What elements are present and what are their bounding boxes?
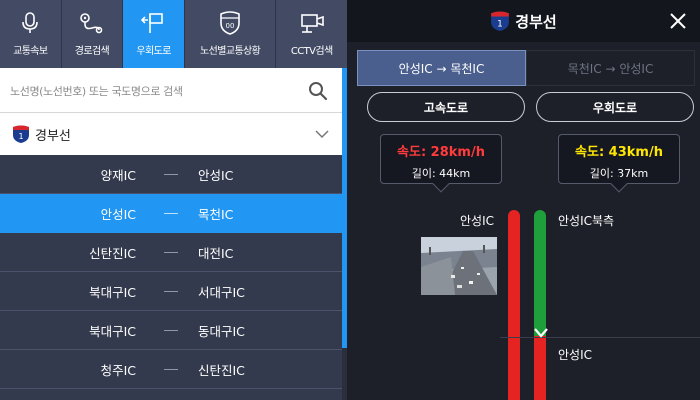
section-from: 청주IC: [100, 362, 136, 378]
svg-text:1: 1: [497, 20, 503, 30]
panel-title: 경부선: [515, 12, 557, 31]
highway-node-label: 안성IC: [460, 214, 494, 228]
tab-cctv-search[interactable]: CCTV검색: [276, 0, 347, 68]
section-to: 서대구IC: [198, 284, 245, 300]
highway-shield-icon: 00: [219, 11, 241, 35]
section-from: 북대구IC: [89, 323, 136, 339]
search-icon[interactable]: [305, 78, 331, 104]
direction-tab-reverse[interactable]: 목천IC → 안성IC: [526, 50, 695, 86]
road-type-toggle: 고속도로 우회도로: [367, 92, 694, 122]
tab-traffic-news[interactable]: 교통속보: [0, 0, 62, 68]
direction-toggle: 안성IC → 목천IC 목천IC → 안성IC: [357, 50, 695, 86]
section-row-selected[interactable]: 안성IC 목천IC: [0, 194, 342, 233]
search-bar: [0, 68, 342, 113]
section-to: 안성IC: [198, 167, 234, 183]
detour-node-label: 안성IC: [558, 348, 592, 362]
highway-shield-icon: 1: [491, 11, 510, 31]
section-dash: [164, 369, 178, 370]
highway-shield-icon: 1: [13, 125, 29, 143]
tab-detour-road[interactable]: 우회도로: [123, 0, 185, 68]
section-dash: [164, 252, 178, 253]
direction-tab-forward[interactable]: 안성IC → 목천IC: [357, 50, 526, 86]
detour-road-button[interactable]: 우회도로: [536, 92, 694, 122]
detour-info-tooltip: 속도: 43km/h 길이: 37km: [558, 134, 680, 193]
section-from: 안성IC: [100, 206, 136, 222]
detour-sign-icon: [140, 11, 167, 35]
highway-traffic-bar: [508, 210, 520, 400]
detail-panel: 1 경부선 안성IC → 목천IC 목천IC → 안성IC 고속도로 우회도로 …: [347, 0, 700, 400]
tab-route-traffic-status[interactable]: 00 노선별교통상황: [185, 0, 277, 68]
detour-node-label: 안성IC북측: [558, 214, 615, 228]
section-dash: [164, 291, 178, 292]
detour-traffic-bar-congested: [534, 336, 546, 400]
tab-route-search[interactable]: 경로검색: [62, 0, 124, 68]
route-icon: [79, 11, 105, 35]
section-row[interactable]: 북대구IC 동대구IC: [0, 311, 342, 350]
tab-label: 경로검색: [74, 46, 110, 57]
section-to: 동대구IC: [198, 323, 245, 339]
close-icon[interactable]: [668, 11, 688, 31]
route-dropdown[interactable]: 1 경부선: [0, 113, 342, 155]
detour-speed: 속도: 43km/h: [575, 145, 663, 160]
highway-speed: 속도: 28km/h: [397, 145, 485, 160]
section-from: 북대구IC: [89, 284, 136, 300]
section-to: 신탄진IC: [198, 362, 245, 378]
cctv-camera-icon: [299, 11, 325, 35]
section-to: 대전IC: [198, 245, 234, 261]
tab-label: 교통속보: [13, 46, 48, 57]
node-divider-line: [500, 337, 700, 338]
svg-text:1: 1: [18, 132, 23, 141]
section-dash: [164, 213, 178, 214]
section-row[interactable]: 양재IC 안성IC: [0, 155, 342, 194]
highway-info-tooltip: 속도: 28km/h 길이: 44km: [380, 134, 502, 193]
tab-label: CCTV검색: [290, 46, 333, 57]
app-root: 교통속보 경로검색 우회도로 00 노선별교통상황 CCTV검색 노선명(노선번…: [0, 0, 700, 400]
route-dropdown-value: 경부선: [35, 128, 71, 144]
section-list: 양재IC 안성IC 안성IC 목천IC 신탄진IC 대전IC 북대구IC 서대구…: [0, 155, 342, 389]
section-row[interactable]: 북대구IC 서대구IC: [0, 272, 342, 311]
chevron-down-icon: [534, 328, 548, 338]
section-dash: [164, 174, 178, 175]
chevron-down-icon: [315, 130, 329, 139]
tab-label: 우회도로: [136, 46, 171, 57]
search-input[interactable]: [10, 80, 300, 102]
main-tab-bar: 교통속보 경로검색 우회도로 00 노선별교통상황 CCTV검색: [0, 0, 347, 68]
svg-text:00: 00: [226, 22, 235, 30]
highway-button[interactable]: 고속도로: [367, 92, 525, 122]
microphone-icon: [21, 11, 39, 35]
section-from: 신탄진IC: [89, 245, 136, 261]
section-dash: [164, 330, 178, 331]
section-row[interactable]: 신탄진IC 대전IC: [0, 233, 342, 272]
section-from: 양재IC: [100, 167, 136, 183]
left-panel: 교통속보 경로검색 우회도로 00 노선별교통상황 CCTV검색 노선명(노선번…: [0, 0, 347, 400]
cctv-thumbnail[interactable]: [421, 237, 497, 295]
tab-label: 노선별교통상황: [200, 46, 261, 57]
detour-traffic-bar-free: [534, 210, 546, 336]
section-row[interactable]: 청주IC 신탄진IC: [0, 350, 342, 389]
section-to: 목천IC: [198, 206, 234, 222]
panel-header: 1 경부선: [347, 0, 700, 42]
